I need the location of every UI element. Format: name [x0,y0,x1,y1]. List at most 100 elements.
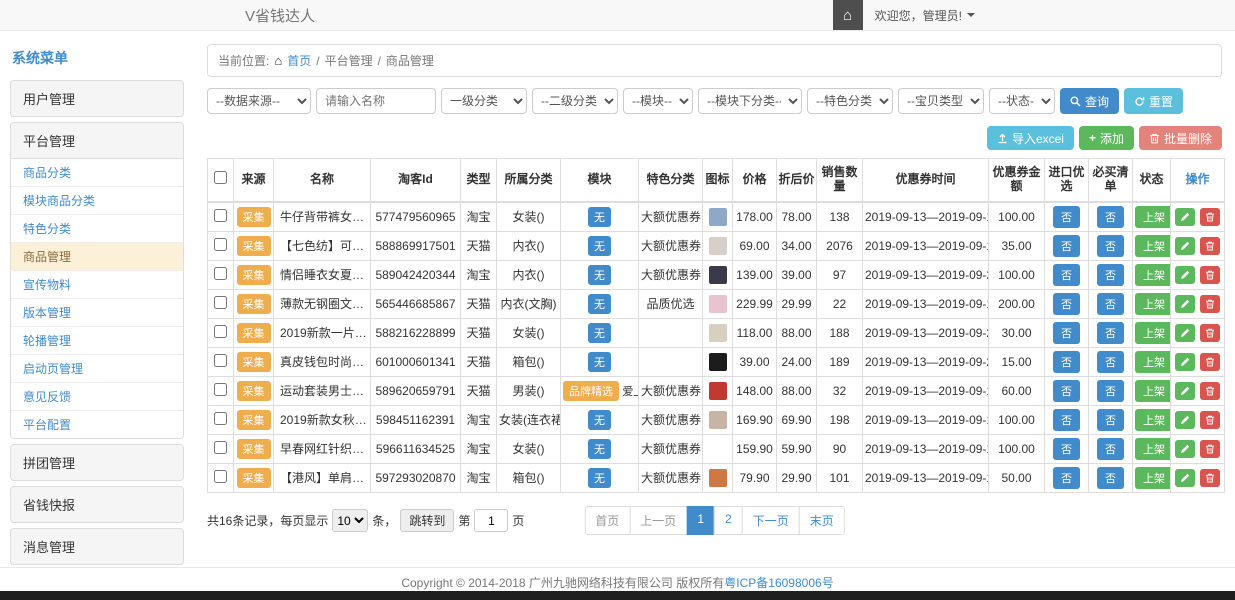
row-checkbox[interactable] [214,267,227,280]
imported-toggle-button[interactable]: 否 [1053,322,1080,344]
sidebar-subitem[interactable]: 启动页管理 [11,355,183,383]
sidebar-subitem[interactable]: 版本管理 [11,299,183,327]
delete-button[interactable] [1200,208,1220,226]
search-button[interactable]: 查询 [1060,88,1119,114]
sidebar-item-0[interactable]: 用户管理 [11,81,183,116]
page-button[interactable]: 上一页 [629,506,687,535]
status-button[interactable]: 上架 [1135,264,1171,286]
row-checkbox[interactable] [214,325,227,338]
imported-toggle-button[interactable]: 否 [1053,380,1080,402]
row-checkbox[interactable] [214,441,227,454]
reset-button[interactable]: 重置 [1124,88,1183,114]
mustbuy-toggle-button[interactable]: 否 [1097,380,1124,402]
status-button[interactable]: 上架 [1135,380,1171,402]
imported-toggle-button[interactable]: 否 [1053,409,1080,431]
page-button[interactable]: 末页 [799,506,845,535]
sidebar-subitem[interactable]: 平台配置 [11,411,183,438]
page-button[interactable]: 首页 [584,506,630,535]
feature-category-select[interactable]: --特色分类-- [807,88,893,114]
imported-toggle-button[interactable]: 否 [1053,293,1080,315]
mustbuy-toggle-button[interactable]: 否 [1097,438,1124,460]
mustbuy-toggle-button[interactable]: 否 [1097,467,1124,489]
item-type-select[interactable]: --宝贝类型-- [898,88,984,114]
row-checkbox[interactable] [214,209,227,222]
edit-button[interactable] [1175,266,1195,284]
data-source-select[interactable]: --数据来源-- [207,88,311,114]
row-checkbox[interactable] [214,354,227,367]
mustbuy-toggle-button[interactable]: 否 [1097,351,1124,373]
row-checkbox[interactable] [214,383,227,396]
page-button[interactable]: 下一页 [742,506,800,535]
imported-toggle-button[interactable]: 否 [1053,467,1080,489]
delete-button[interactable] [1200,324,1220,342]
status-button[interactable]: 上架 [1135,467,1171,489]
edit-button[interactable] [1175,295,1195,313]
per-page-select[interactable]: 10 [332,509,368,532]
status-button[interactable]: 上架 [1135,409,1171,431]
imported-toggle-button[interactable]: 否 [1053,206,1080,228]
edit-button[interactable] [1175,382,1195,400]
status-button[interactable]: 上架 [1135,322,1171,344]
select-all-checkbox[interactable] [214,171,227,184]
page-button[interactable]: 1 [686,506,715,535]
delete-button[interactable] [1200,469,1220,487]
bulk-delete-button[interactable]: 批量删除 [1139,126,1222,150]
sidebar-item-2[interactable]: 拼团管理 [11,445,183,480]
delete-button[interactable] [1200,411,1220,429]
level2-category-select[interactable]: --二级分类-- [532,88,618,114]
jump-button[interactable]: 跳转到 [400,509,454,532]
mustbuy-toggle-button[interactable]: 否 [1097,235,1124,257]
sidebar-subitem[interactable]: 模块商品分类 [11,187,183,215]
sidebar-item-3[interactable]: 省钱快报 [11,487,183,522]
edit-button[interactable] [1175,469,1195,487]
imported-toggle-button[interactable]: 否 [1053,351,1080,373]
mustbuy-toggle-button[interactable]: 否 [1097,264,1124,286]
home-button[interactable]: ⌂ [833,0,863,30]
import-excel-button[interactable]: 导入excel [987,126,1074,150]
sidebar-item-1[interactable]: 平台管理 [11,123,183,158]
user-menu[interactable]: 欢迎您，管理员! [863,0,987,30]
imported-toggle-button[interactable]: 否 [1053,264,1080,286]
delete-button[interactable] [1200,295,1220,313]
mustbuy-toggle-button[interactable]: 否 [1097,409,1124,431]
sidebar-subitem[interactable]: 轮播管理 [11,327,183,355]
page-number-input[interactable] [474,509,508,532]
status-button[interactable]: 上架 [1135,206,1171,228]
delete-button[interactable] [1200,382,1220,400]
row-checkbox[interactable] [214,238,227,251]
edit-button[interactable] [1175,411,1195,429]
sidebar-subitem[interactable]: 宣传物料 [11,271,183,299]
delete-button[interactable] [1200,440,1220,458]
edit-button[interactable] [1175,324,1195,342]
status-button[interactable]: 上架 [1135,438,1171,460]
edit-button[interactable] [1175,440,1195,458]
imported-toggle-button[interactable]: 否 [1053,438,1080,460]
delete-button[interactable] [1200,266,1220,284]
icp-link[interactable]: 粤ICP备16098006号 [724,576,833,590]
imported-toggle-button[interactable]: 否 [1053,235,1080,257]
module-sub-category-select[interactable]: --模块下分类-- [698,88,802,114]
edit-button[interactable] [1175,208,1195,226]
mustbuy-toggle-button[interactable]: 否 [1097,206,1124,228]
sidebar-subitem[interactable]: 意见反馈 [11,383,183,411]
sidebar-subitem[interactable]: 特色分类 [11,215,183,243]
delete-button[interactable] [1200,353,1220,371]
level1-category-select[interactable]: 一级分类 [441,88,527,114]
sidebar-subitem[interactable]: 商品分类 [11,159,183,187]
status-button[interactable]: 上架 [1135,351,1171,373]
add-button[interactable]: + 添加 [1079,126,1134,150]
sidebar-item-4[interactable]: 消息管理 [11,529,183,564]
page-button[interactable]: 2 [714,506,743,535]
status-select[interactable]: --状态-- [989,88,1055,114]
status-button[interactable]: 上架 [1135,293,1171,315]
mustbuy-toggle-button[interactable]: 否 [1097,322,1124,344]
row-checkbox[interactable] [214,470,227,483]
status-button[interactable]: 上架 [1135,235,1171,257]
row-checkbox[interactable] [214,412,227,425]
module-select[interactable]: --模块-- [623,88,693,114]
delete-button[interactable] [1200,237,1220,255]
sidebar-subitem[interactable]: 商品管理 [11,243,183,271]
edit-button[interactable] [1175,353,1195,371]
row-checkbox[interactable] [214,296,227,309]
breadcrumb-home-link[interactable]: 首页 [287,52,311,69]
